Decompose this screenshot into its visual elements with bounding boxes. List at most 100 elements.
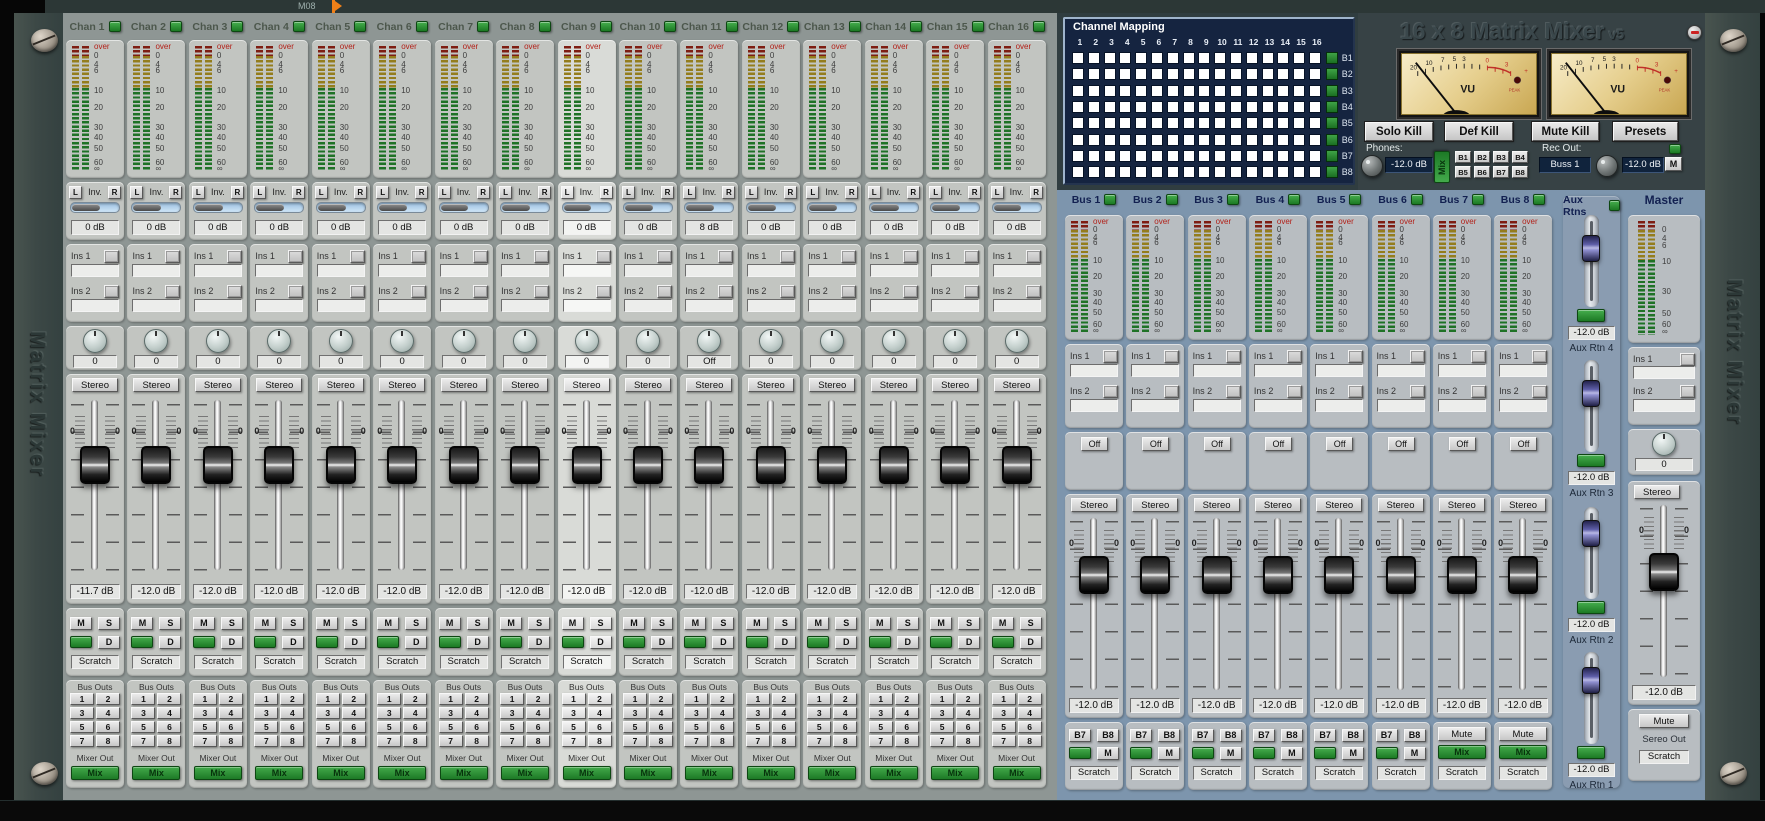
fader-track[interactable] xyxy=(91,400,98,570)
mapping-cell[interactable] xyxy=(1166,149,1179,162)
mapping-cell[interactable] xyxy=(1103,149,1116,162)
channel-on-led[interactable] xyxy=(745,636,768,648)
route-b8-button[interactable]: B8 xyxy=(1403,728,1426,742)
insert-slot-field[interactable] xyxy=(501,264,550,277)
bus-out-button[interactable]: 8 xyxy=(157,735,182,747)
channel-active-led[interactable] xyxy=(354,21,367,32)
stereo-mode-button[interactable]: Stereo xyxy=(1193,498,1240,512)
phones-bus-button[interactable]: B5 xyxy=(1455,166,1471,178)
right-input-button[interactable]: R xyxy=(476,185,490,199)
bus-out-button[interactable]: 6 xyxy=(96,721,120,733)
right-input-button[interactable]: R xyxy=(845,185,859,199)
channel-active-led[interactable] xyxy=(108,21,121,32)
mixer-out-mix-button[interactable]: Mix xyxy=(71,766,119,780)
mapping-cell[interactable] xyxy=(1103,84,1116,97)
bus-out-button[interactable]: 1 xyxy=(500,693,525,705)
bus-out-button[interactable]: 5 xyxy=(500,721,525,733)
fader-track[interactable] xyxy=(152,400,160,570)
channel-active-led[interactable] xyxy=(169,21,182,32)
bus-out-button[interactable]: 2 xyxy=(403,693,428,705)
scratch-name-field[interactable]: Scratch xyxy=(1437,766,1486,780)
bus-on-led[interactable] xyxy=(1375,747,1398,759)
mapping-cell[interactable] xyxy=(1214,52,1227,64)
bus-mix-button[interactable]: Mix xyxy=(1499,745,1548,759)
mapping-bus-led[interactable] xyxy=(1325,149,1338,162)
pan-knob[interactable] xyxy=(144,329,169,353)
fader-handle[interactable] xyxy=(264,446,295,484)
mapping-cell[interactable] xyxy=(1072,84,1084,97)
mapping-cell[interactable] xyxy=(1072,166,1084,179)
pan-knob[interactable] xyxy=(205,329,230,353)
bus-out-button[interactable]: 3 xyxy=(868,707,893,719)
fader-handle[interactable] xyxy=(325,446,356,484)
insert-slot-field[interactable] xyxy=(439,264,488,277)
mapping-cell[interactable] xyxy=(1229,52,1242,64)
insert-enable-button[interactable] xyxy=(349,249,365,263)
right-input-button[interactable]: R xyxy=(968,185,982,199)
mapping-cell[interactable] xyxy=(1087,133,1100,146)
insert-slot-field[interactable] xyxy=(1376,399,1425,412)
bus-out-button[interactable]: 1 xyxy=(807,693,832,705)
bus-out-button[interactable]: 2 xyxy=(1017,693,1042,705)
left-input-button[interactable]: L xyxy=(437,185,451,199)
bus-out-button[interactable]: 7 xyxy=(991,735,1016,747)
mapping-cell[interactable] xyxy=(1166,100,1179,113)
phones-bus-button[interactable]: B4 xyxy=(1512,151,1528,163)
fader-handle[interactable] xyxy=(387,446,418,484)
mapping-cell[interactable] xyxy=(1214,84,1227,97)
pan-knob[interactable] xyxy=(820,329,845,353)
bus-out-button[interactable]: 3 xyxy=(930,707,955,719)
bus-mute-button[interactable]: M xyxy=(1097,746,1119,760)
mapping-cell[interactable] xyxy=(1261,68,1274,81)
route-b8-button[interactable]: B8 xyxy=(1097,728,1119,742)
bus-out-button[interactable]: 2 xyxy=(464,693,489,705)
pan-knob[interactable] xyxy=(390,329,415,353)
stereo-mode-button[interactable]: Stereo xyxy=(502,378,549,392)
mapping-cell[interactable] xyxy=(1198,52,1211,64)
bus-out-button[interactable]: 1 xyxy=(930,693,955,705)
mapping-cell[interactable] xyxy=(1229,84,1242,97)
defeat-button[interactable]: D xyxy=(528,635,551,649)
mapping-cell[interactable] xyxy=(1182,149,1195,162)
mapping-cell[interactable] xyxy=(1277,149,1290,162)
fader-handle[interactable] xyxy=(448,446,479,484)
mixer-out-mix-button[interactable]: Mix xyxy=(746,766,795,780)
mapping-cell[interactable] xyxy=(1150,166,1163,179)
stereo-mode-button[interactable]: Stereo xyxy=(133,378,180,392)
mute-button[interactable]: M xyxy=(500,616,523,630)
gain-trim-handle[interactable] xyxy=(440,204,469,211)
bus-out-button[interactable]: 3 xyxy=(561,707,586,719)
fader-track[interactable] xyxy=(1151,518,1159,690)
scratch-name-field[interactable]: Scratch xyxy=(71,655,119,669)
gain-trim-handle[interactable] xyxy=(194,204,223,211)
mute-button[interactable]: M xyxy=(868,616,891,630)
mapping-bus-led[interactable] xyxy=(1325,84,1338,97)
scratch-name-field[interactable]: Scratch xyxy=(132,655,181,669)
bus-out-button[interactable]: 4 xyxy=(526,707,551,719)
bus-on-led[interactable] xyxy=(1130,747,1153,759)
bus-out-button[interactable]: 4 xyxy=(341,707,366,719)
route-b7-button[interactable]: B7 xyxy=(1191,728,1214,742)
bus-out-button[interactable]: 3 xyxy=(807,707,832,719)
gain-trim-handle[interactable] xyxy=(317,204,346,211)
bus-out-button[interactable]: 6 xyxy=(526,721,551,733)
gain-trim-slider[interactable] xyxy=(315,202,366,213)
mapping-cell[interactable] xyxy=(1308,52,1321,64)
insert-slot-field[interactable] xyxy=(378,299,427,312)
insert-enable-button[interactable] xyxy=(534,284,550,298)
route-b7-button[interactable]: B7 xyxy=(1314,728,1337,742)
route-b8-button[interactable]: B8 xyxy=(1280,728,1303,742)
solo-button[interactable]: S xyxy=(98,616,120,630)
mapping-cell[interactable] xyxy=(1293,133,1306,146)
mapping-cell[interactable] xyxy=(1229,166,1242,179)
solo-button[interactable]: S xyxy=(773,616,796,630)
insert-enable-button[interactable] xyxy=(595,249,611,263)
insert-enable-button[interactable] xyxy=(1680,384,1695,398)
solo-button[interactable]: S xyxy=(1019,616,1042,630)
bus-out-button[interactable]: 2 xyxy=(648,693,673,705)
stereo-mode-button[interactable]: Stereo xyxy=(1634,485,1680,499)
insert-slot-field[interactable] xyxy=(193,264,242,277)
bus-out-button[interactable]: 5 xyxy=(991,721,1016,733)
gain-trim-slider[interactable] xyxy=(438,202,489,213)
defeat-button[interactable]: D xyxy=(773,635,796,649)
